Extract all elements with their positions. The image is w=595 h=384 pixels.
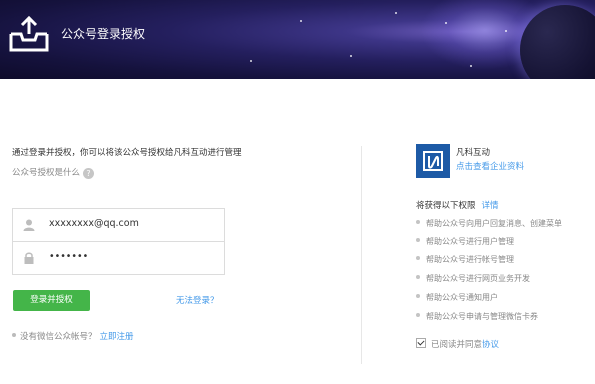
cannot-login-link[interactable]: 无法登录？ (176, 294, 219, 306)
app-name: 凡科互动 (456, 148, 491, 158)
lock-icon (24, 252, 34, 264)
user-icon (23, 219, 35, 231)
bullet-icon (416, 294, 420, 298)
star (505, 30, 507, 32)
bullet-icon (12, 333, 16, 337)
what-is-auth-label: 公众号授权是什么 (12, 168, 81, 178)
no-account-row: 没有微信公众帐号？ 立即注册 (12, 330, 134, 342)
permission-item: 帮助公众号向用户回复消息、创建菜单 (416, 218, 562, 229)
permission-item: 帮助公众号申请与管理微信卡券 (416, 311, 538, 322)
agree-checkbox[interactable] (416, 338, 426, 348)
star (445, 22, 447, 24)
agree-row: 已阅读并同意协议 (416, 338, 499, 350)
password-field[interactable]: ••••••• (13, 242, 224, 274)
agree-text: 已阅读并同意 (431, 340, 483, 350)
star (470, 65, 472, 67)
header-banner: 公众号登录授权 (0, 0, 595, 79)
permission-item-label: 帮助公众号进行帐号管理 (426, 255, 514, 264)
page-title: 公众号登录授权 (61, 27, 146, 41)
bullet-icon (416, 313, 420, 317)
app-details-link[interactable]: 点击查看企业资料 (456, 160, 524, 172)
login-authorize-button[interactable]: 登录并授权 (13, 290, 90, 311)
permission-item-label: 帮助公众号进行用户管理 (426, 237, 514, 246)
star (395, 12, 397, 14)
permissions-title: 将获得以下权限 (416, 201, 476, 211)
permissions-details-link[interactable]: 详情 (482, 201, 499, 211)
permission-item-label: 帮助公众号通知用户 (426, 293, 498, 302)
star (300, 20, 302, 22)
bullet-icon (416, 220, 420, 224)
agreement-link[interactable]: 协议 (482, 340, 499, 350)
permission-item-label: 帮助公众号进行网页业务开发 (426, 274, 530, 283)
permission-item: 帮助公众号进行帐号管理 (416, 254, 514, 265)
register-link[interactable]: 立即注册 (100, 332, 134, 342)
star (350, 55, 352, 57)
login-form: xxxxxxxx@qq.com ••••••• (12, 208, 225, 275)
panel-divider (361, 146, 362, 364)
password-value: ••••••• (49, 251, 89, 262)
permissions-header: 将获得以下权限 详情 (416, 199, 499, 211)
app-logo (416, 144, 450, 178)
permission-item: 帮助公众号通知用户 (416, 292, 498, 303)
permission-item-label: 帮助公众号申请与管理微信卡券 (426, 312, 538, 321)
bullet-icon (416, 275, 420, 279)
bullet-icon (416, 256, 420, 260)
no-account-text: 没有微信公众帐号？ (20, 332, 97, 342)
username-field[interactable]: xxxxxxxx@qq.com (13, 209, 224, 242)
what-is-auth[interactable]: 公众号授权是什么? (12, 166, 95, 179)
auth-description: 通过登录并授权，你可以将该公众号授权给凡科互动进行管理 (12, 148, 242, 158)
permission-item: 帮助公众号进行用户管理 (416, 236, 514, 247)
question-icon[interactable]: ? (83, 168, 95, 179)
star (250, 60, 252, 62)
bullet-icon (416, 238, 420, 242)
username-value: xxxxxxxx@qq.com (49, 218, 139, 229)
permission-item-label: 帮助公众号向用户回复消息、创建菜单 (426, 219, 562, 228)
inbox-upload-icon (9, 15, 49, 52)
permission-item: 帮助公众号进行网页业务开发 (416, 273, 530, 284)
